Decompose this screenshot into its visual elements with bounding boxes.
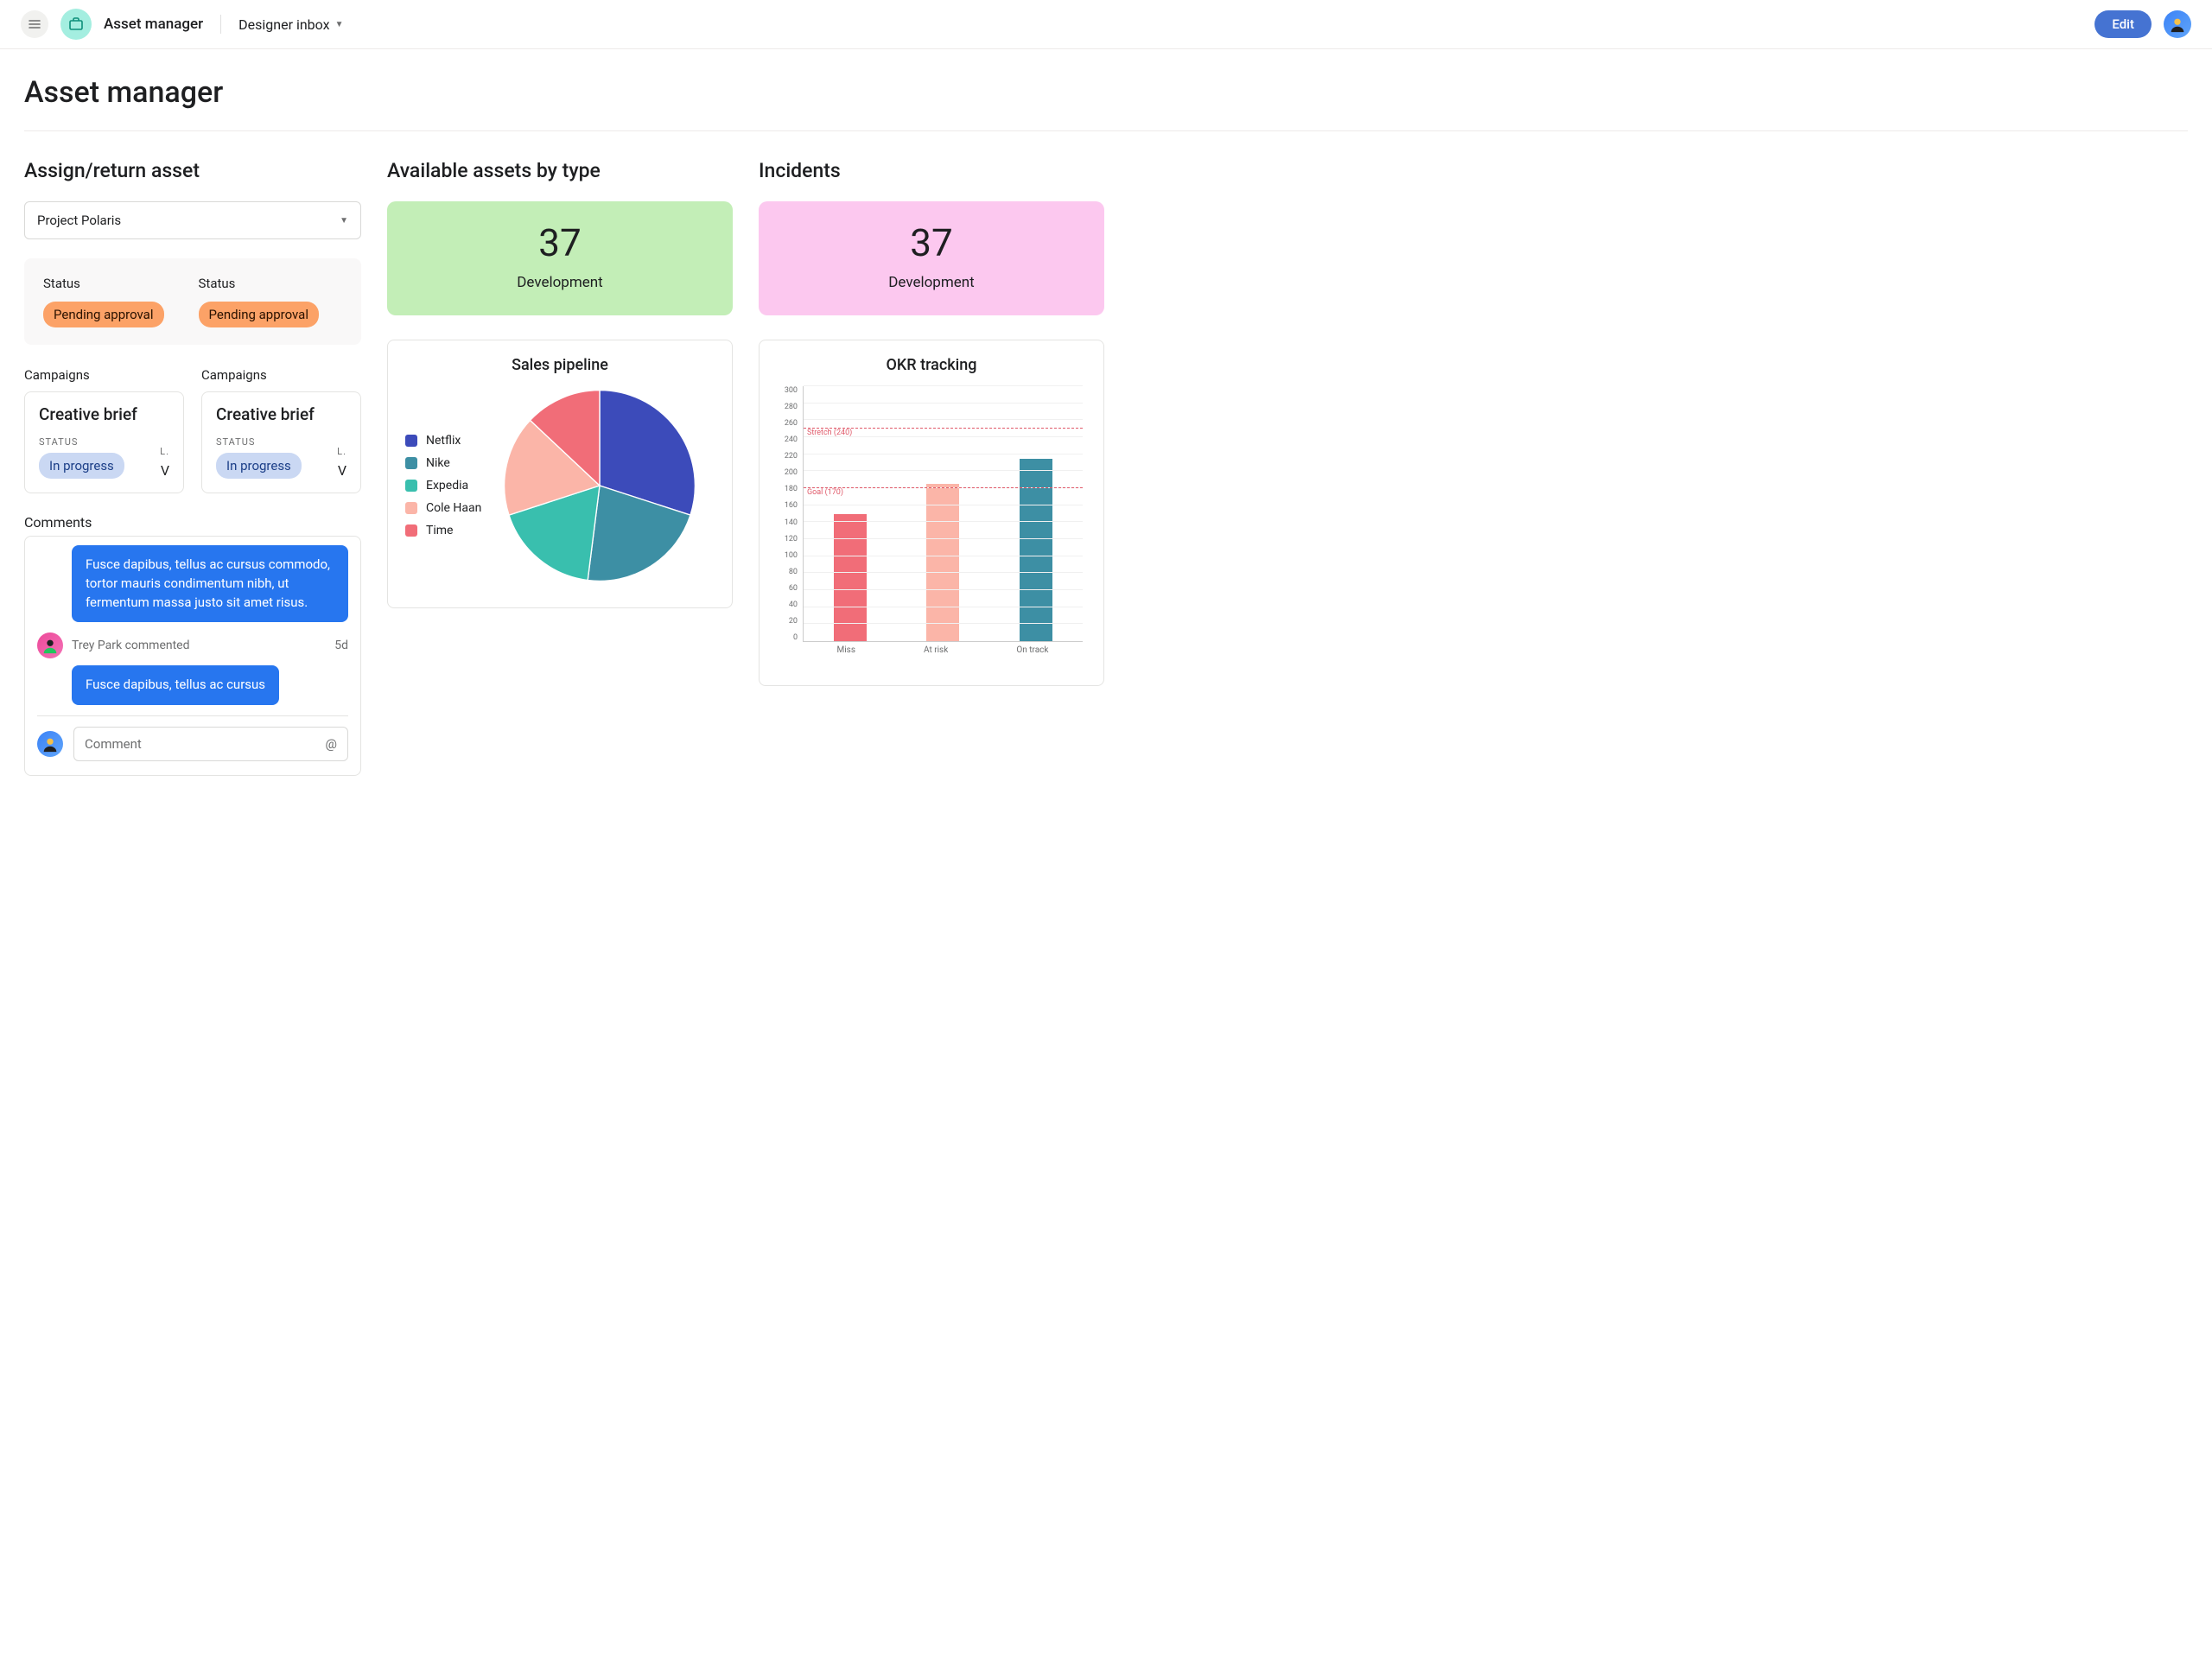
x-axis-labels: MissAt riskOn track [803,645,1083,663]
card-status-label: STATUS [216,436,302,448]
comment: Trey Park commented 5d Fusce dapibus, te… [37,632,348,705]
swatch-icon [405,457,417,469]
divider [37,715,348,716]
divider [220,15,221,34]
topbar: Asset manager Designer inbox ▼ Edit [0,0,2212,49]
comments-box: Fusce dapibus, tellus ac cursus commodo,… [24,536,361,776]
legend-item: Time [405,524,481,537]
y-axis-labels: 3002802602402202001801601401201008060402… [777,386,798,642]
pie-legend: Netflix Nike Expedia Cole Haan Time [405,425,481,546]
stat-value: 37 [387,220,733,265]
user-avatar[interactable] [2164,10,2191,38]
stat-card-available: 37 Development [387,201,733,315]
assign-heading: Assign/return asset [24,159,361,182]
reference-line: Goal (170) [804,487,1083,497]
status-label: Status [43,276,164,291]
project-select[interactable]: Project Polaris ▼ [24,201,361,239]
status-block: Status Pending approval [199,276,320,327]
card-col2-label: L. [337,446,346,457]
comment-author: Trey Park commented [72,639,190,652]
status-panel: Status Pending approval Status Pending a… [24,258,361,345]
card-title: Creative brief [39,404,169,424]
status-block: Status Pending approval [43,276,164,327]
comment-body: Fusce dapibus, tellus ac cursus [72,665,279,705]
project-select-value: Project Polaris [37,213,121,228]
status-badge: Pending approval [43,302,164,327]
comments-heading: Comments [24,514,361,531]
comment-input[interactable]: Comment @ [73,727,348,761]
page-title: Asset manager [24,49,2188,131]
legend-item: Nike [405,456,481,470]
chart-title: OKR tracking [777,356,1086,374]
app-icon [60,9,92,40]
comment-placeholder: Comment [85,736,142,752]
mention-icon[interactable]: @ [326,736,337,752]
campaigns-label: Campaigns [201,367,361,383]
assign-section: Assign/return asset Project Polaris ▼ St… [24,159,361,776]
status-badge: Pending approval [199,302,320,327]
swatch-icon [405,502,417,514]
legend-item: Expedia [405,479,481,493]
card-status-label: STATUS [39,436,124,448]
campaign-card[interactable]: Creative brief STATUS In progress L. V [24,391,184,493]
incidents-section: Incidents 37 Development OKR tracking 30… [759,159,1104,776]
bar [834,514,867,642]
sales-pipeline-card: Sales pipeline Netflix Nike Expedia Cole… [387,340,733,608]
campaigns-column: Campaigns Creative brief STATUS In progr… [201,367,361,493]
campaigns-column: Campaigns Creative brief STATUS In progr… [24,367,184,493]
chevron-down-icon: ▼ [335,20,344,29]
available-heading: Available assets by type [387,159,733,182]
status-label: Status [199,276,320,291]
incidents-heading: Incidents [759,159,1104,182]
app-name: Asset manager [104,16,203,33]
card-col2-value: V [338,462,346,479]
secondary-label: Designer inbox [238,16,329,33]
bar [1020,459,1052,641]
stat-label: Development [387,274,733,291]
campaign-card[interactable]: Creative brief STATUS In progress L. V [201,391,361,493]
swatch-icon [405,524,417,537]
swatch-icon [405,480,417,492]
reference-line: Stretch (240) [804,428,1083,437]
swatch-icon [405,435,417,447]
secondary-dropdown[interactable]: Designer inbox ▼ [238,16,343,33]
okr-tracking-card: OKR tracking 300280260240220200180160140… [759,340,1104,686]
legend-item: Cole Haan [405,501,481,515]
pie-chart [500,386,699,585]
legend-item: Netflix [405,434,481,448]
comment-time: 5d [334,639,348,652]
bar [926,484,959,641]
current-user-avatar [37,731,63,757]
stat-label: Development [759,274,1104,291]
comment-body: Fusce dapibus, tellus ac cursus commodo,… [72,545,348,622]
available-section: Available assets by type 37 Development … [387,159,733,776]
campaigns-label: Campaigns [24,367,184,383]
stat-card-incidents: 37 Development [759,201,1104,315]
commenter-avatar [37,632,63,658]
hamburger-icon [29,18,41,30]
card-col2-label: L. [160,446,169,457]
card-status-badge: In progress [39,453,124,479]
card-col2-value: V [161,462,169,479]
stat-value: 37 [759,220,1104,265]
card-status-badge: In progress [216,453,302,479]
chart-title: Sales pipeline [405,356,715,374]
menu-button[interactable] [21,10,48,38]
chevron-down-icon: ▼ [340,216,348,226]
card-title: Creative brief [216,404,346,424]
bar-plot: Stretch (240) Goal (170) [803,386,1083,642]
edit-button[interactable]: Edit [2094,10,2152,38]
comment: Fusce dapibus, tellus ac cursus commodo,… [37,545,348,622]
